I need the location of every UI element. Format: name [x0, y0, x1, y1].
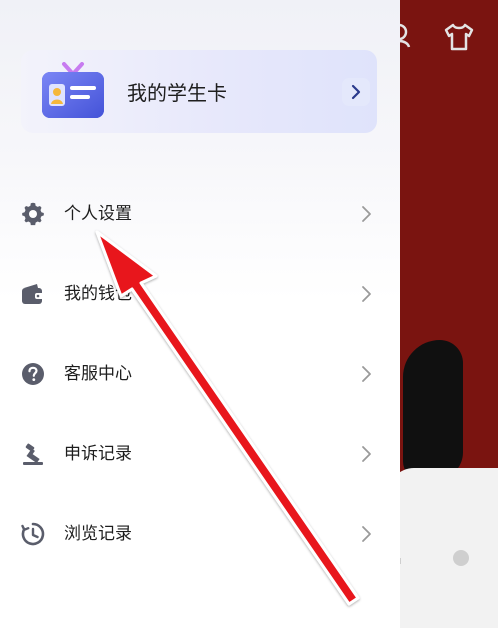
menu-item-label: 个人设置 [64, 204, 132, 224]
menu-item-customer-service[interactable]: 客服中心 [0, 344, 400, 404]
side-drawer: 我的学生卡 个人设置 我的钱包 客服中心 申诉记录 浏览记录 [0, 0, 400, 628]
shirt-icon[interactable] [443, 22, 475, 52]
menu-item-label: 申诉记录 [64, 444, 132, 464]
chevron-right-icon [362, 446, 371, 462]
menu-item-browsing-history[interactable]: 浏览记录 [0, 504, 400, 564]
menu-item-complaint-records[interactable]: 申诉记录 [0, 424, 400, 484]
background-app [398, 0, 498, 628]
chevron-right-icon [362, 206, 371, 222]
menu-item-label: 浏览记录 [64, 524, 132, 544]
card-title: 我的学生卡 [127, 81, 227, 105]
background-dot [453, 550, 469, 566]
chevron-right-icon [362, 286, 371, 302]
menu-item-wallet[interactable]: 我的钱包 [0, 264, 400, 324]
menu-item-label: 我的钱包 [64, 284, 132, 304]
student-card-banner[interactable]: 我的学生卡 [21, 50, 377, 133]
background-figure [403, 340, 463, 480]
menu-item-label: 客服中心 [64, 364, 132, 384]
menu-item-personal-settings[interactable]: 个人设置 [0, 184, 400, 244]
chevron-right-icon [362, 366, 371, 382]
wallet-icon [22, 284, 44, 304]
user-icon[interactable] [398, 22, 412, 48]
gear-icon [22, 202, 44, 226]
id-card-icon [42, 62, 104, 118]
chevron-right-icon [362, 526, 371, 542]
chevron-right-icon [351, 84, 361, 100]
gavel-icon [23, 443, 43, 465]
card-arrow-button[interactable] [342, 78, 370, 106]
history-icon [21, 522, 45, 546]
help-icon [22, 363, 44, 385]
background-panel [398, 468, 498, 628]
